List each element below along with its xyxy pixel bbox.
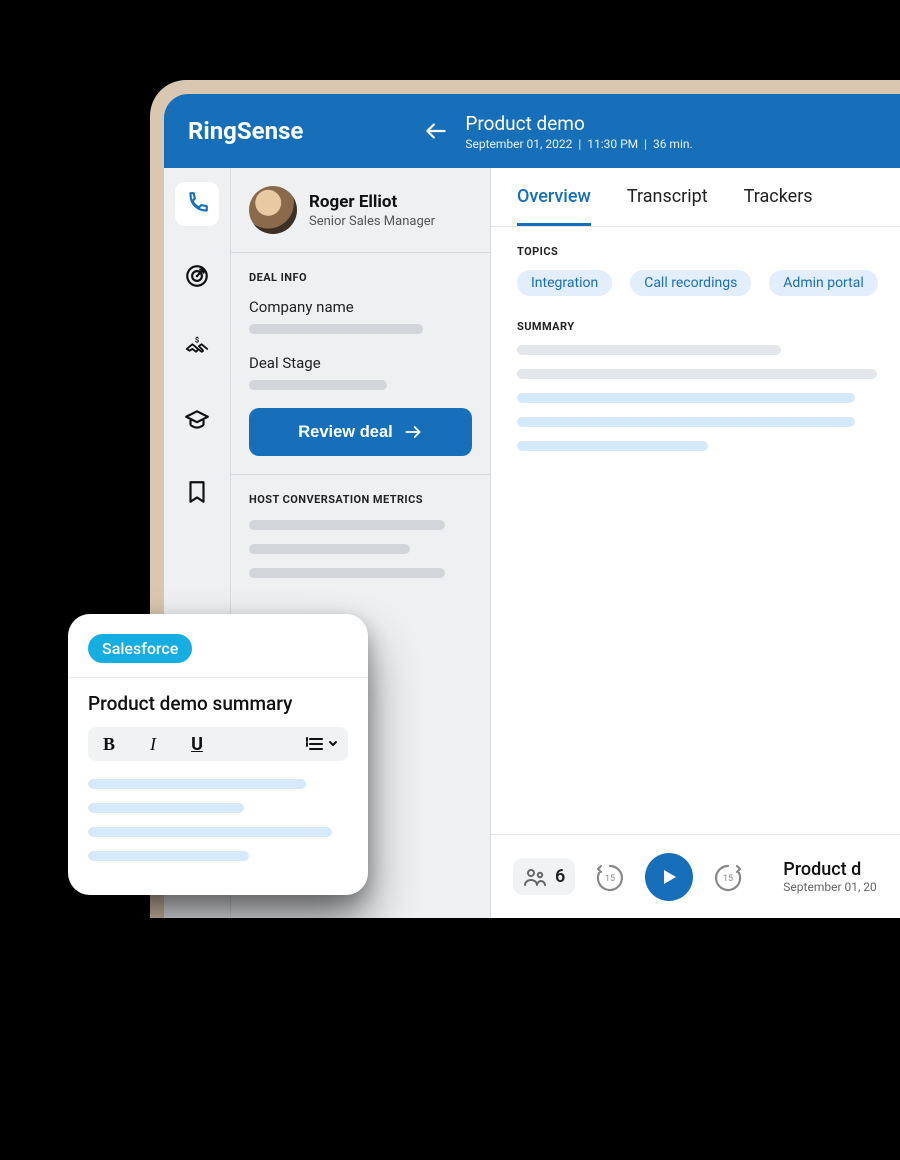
- target-icon: [184, 263, 210, 289]
- svg-text:15: 15: [605, 874, 615, 884]
- rail-item-targets[interactable]: [175, 254, 219, 298]
- tab-transcript[interactable]: Transcript: [627, 186, 708, 226]
- salesforce-chip[interactable]: Salesforce: [88, 634, 192, 663]
- company-label: Company name: [249, 298, 472, 316]
- deal-info-section: DEAL INFO Company name Deal Stage Review…: [231, 253, 490, 475]
- topic-chips: Integration Call recordings Admin portal: [517, 270, 884, 296]
- underline-button[interactable]: U: [186, 733, 208, 755]
- tabs: Overview Transcript Trackers: [491, 168, 900, 227]
- brand-name: RingSense: [188, 117, 303, 145]
- chevron-down-icon: [328, 739, 338, 749]
- page-title: Product demo: [465, 112, 692, 135]
- metrics-section: HOST CONVERSATION METRICS: [231, 475, 490, 596]
- header-bar: RingSense Product demo September 01, 202…: [164, 94, 900, 168]
- handshake-money-icon: $: [184, 335, 210, 361]
- salesforce-summary-card: Salesforce Product demo summary B I U: [68, 614, 368, 895]
- card-line-1: [88, 779, 306, 789]
- topic-chip-integration[interactable]: Integration: [517, 270, 612, 296]
- summary-line-3: [517, 393, 855, 403]
- svg-text:15: 15: [723, 874, 733, 884]
- topic-chip-call-recordings[interactable]: Call recordings: [630, 270, 751, 296]
- person-role: Senior Sales Manager: [309, 214, 435, 229]
- arrow-right-icon: [403, 422, 423, 442]
- bookmark-icon: [184, 479, 210, 505]
- metric-placeholder-2: [249, 544, 410, 554]
- rail-item-calls[interactable]: [175, 182, 219, 226]
- card-line-4: [88, 851, 249, 861]
- graduation-cap-icon: [184, 407, 210, 433]
- content-panel: Overview Transcript Trackers TOPICS Inte…: [490, 168, 900, 918]
- summary-section: SUMMARY: [491, 302, 900, 483]
- editor-toolbar: B I U: [88, 727, 348, 761]
- back-button[interactable]: [423, 118, 449, 144]
- review-deal-button[interactable]: Review deal: [249, 408, 472, 456]
- topics-section: TOPICS Integration Call recordings Admin…: [491, 227, 900, 302]
- summary-line-1: [517, 345, 781, 355]
- card-divider: [68, 677, 368, 678]
- summary-line-4: [517, 417, 855, 427]
- topics-title: TOPICS: [517, 245, 884, 258]
- play-button[interactable]: [645, 853, 693, 901]
- play-icon: [659, 867, 679, 887]
- tab-trackers[interactable]: Trackers: [744, 186, 813, 226]
- svg-text:$: $: [195, 335, 199, 344]
- avatar: [249, 186, 297, 234]
- metric-placeholder-1: [249, 520, 445, 530]
- player-bar: 6 15: [491, 834, 900, 918]
- card-line-3: [88, 827, 332, 837]
- stage-label: Deal Stage: [249, 354, 472, 372]
- metric-placeholder-3: [249, 568, 445, 578]
- skip-forward-icon: 15: [711, 860, 745, 894]
- metrics-title: HOST CONVERSATION METRICS: [249, 493, 472, 506]
- person-block: Roger Elliot Senior Sales Manager: [231, 168, 490, 253]
- participants-button[interactable]: 6: [513, 858, 575, 895]
- rail-item-bookmarks[interactable]: [175, 470, 219, 514]
- summary-title: SUMMARY: [517, 320, 884, 333]
- skip-back-button[interactable]: 15: [593, 860, 627, 894]
- person-name: Roger Elliot: [309, 192, 435, 212]
- stage-value-placeholder: [249, 380, 387, 390]
- list-icon: [306, 736, 324, 752]
- list-format-button[interactable]: [306, 733, 338, 755]
- phone-icon: [184, 191, 210, 217]
- page-meta: September 01, 2022 | 11:30 PM | 36 min.: [465, 137, 692, 151]
- rail-item-education[interactable]: [175, 398, 219, 442]
- participants-count: 6: [555, 866, 565, 887]
- italic-button[interactable]: I: [142, 733, 164, 755]
- rail-item-deals[interactable]: $: [175, 326, 219, 370]
- deal-info-title: DEAL INFO: [249, 271, 472, 284]
- company-value-placeholder: [249, 324, 423, 334]
- topic-chip-admin-portal[interactable]: Admin portal: [769, 270, 877, 296]
- header-title-block: Product demo September 01, 2022 | 11:30 …: [465, 112, 692, 151]
- card-line-2: [88, 803, 244, 813]
- skip-forward-button[interactable]: 15: [711, 860, 745, 894]
- player-now-date: September 01, 20: [783, 880, 877, 894]
- people-icon: [523, 867, 547, 887]
- player-now-title: Product d: [783, 859, 877, 880]
- arrow-left-icon: [423, 118, 449, 144]
- summary-line-5: [517, 441, 708, 451]
- bold-button[interactable]: B: [98, 733, 120, 755]
- skip-back-icon: 15: [593, 860, 627, 894]
- card-title: Product demo summary: [88, 692, 348, 715]
- tab-overview[interactable]: Overview: [517, 186, 591, 226]
- summary-line-2: [517, 369, 877, 379]
- player-title-block: Product d September 01, 20: [783, 859, 877, 894]
